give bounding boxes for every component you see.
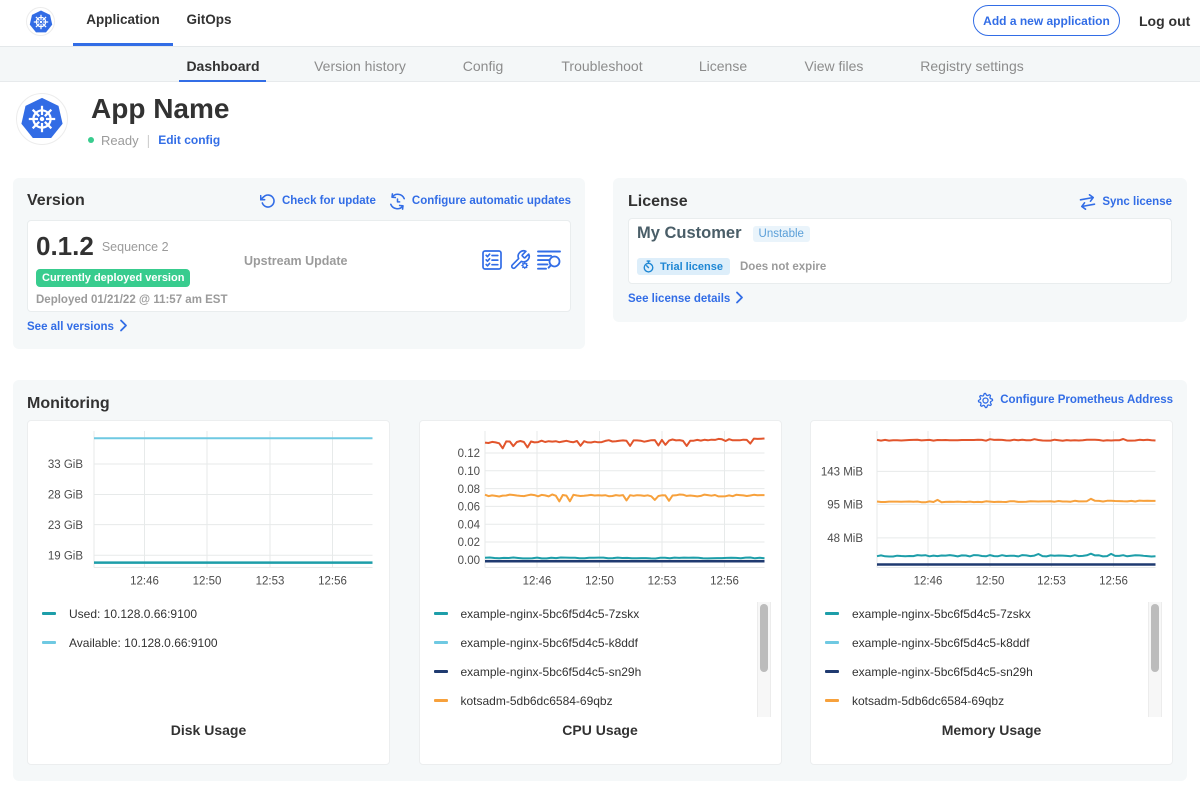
svg-text:28 GiB: 28 GiB bbox=[48, 490, 83, 502]
svg-text:12:53: 12:53 bbox=[256, 576, 285, 588]
svg-text:0.08: 0.08 bbox=[457, 484, 479, 496]
svg-text:12:53: 12:53 bbox=[647, 576, 676, 588]
svg-text:23 GiB: 23 GiB bbox=[48, 520, 83, 532]
svg-text:12:50: 12:50 bbox=[976, 576, 1005, 588]
svg-text:0.12: 0.12 bbox=[457, 448, 479, 460]
svg-text:0.02: 0.02 bbox=[457, 537, 479, 549]
svg-text:0.06: 0.06 bbox=[457, 502, 479, 514]
svg-text:0.10: 0.10 bbox=[457, 466, 479, 478]
svg-text:19 GiB: 19 GiB bbox=[48, 551, 83, 563]
svg-text:12:46: 12:46 bbox=[522, 576, 551, 588]
svg-text:0.00: 0.00 bbox=[457, 555, 479, 567]
svg-text:12:56: 12:56 bbox=[710, 576, 739, 588]
svg-text:48 MiB: 48 MiB bbox=[827, 533, 863, 545]
svg-text:12:50: 12:50 bbox=[193, 576, 222, 588]
svg-text:33 GiB: 33 GiB bbox=[48, 459, 83, 471]
svg-text:12:56: 12:56 bbox=[1099, 576, 1128, 588]
svg-text:95 MiB: 95 MiB bbox=[827, 500, 863, 512]
svg-text:143 MiB: 143 MiB bbox=[821, 467, 864, 479]
svg-text:12:56: 12:56 bbox=[318, 576, 347, 588]
svg-text:12:50: 12:50 bbox=[585, 576, 614, 588]
svg-text:12:53: 12:53 bbox=[1037, 576, 1066, 588]
svg-text:0.04: 0.04 bbox=[457, 519, 480, 531]
svg-text:12:46: 12:46 bbox=[130, 576, 159, 588]
svg-text:12:46: 12:46 bbox=[914, 576, 943, 588]
